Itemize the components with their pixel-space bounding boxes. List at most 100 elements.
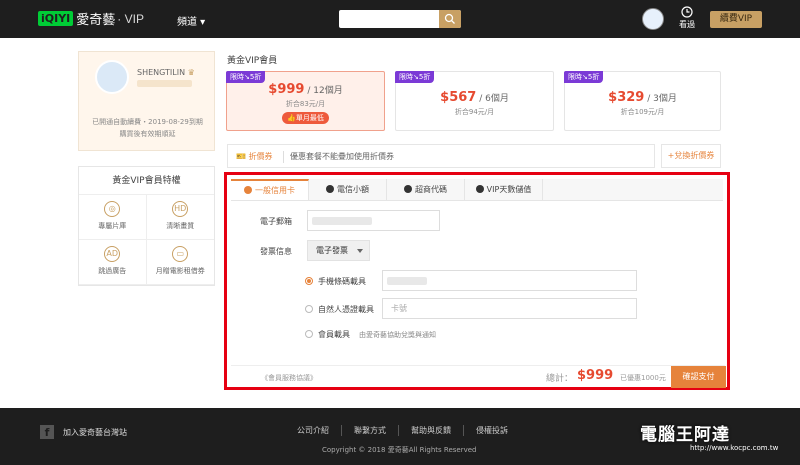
tab-label: 一般信用卡 — [255, 186, 295, 195]
phone-icon — [326, 185, 334, 193]
plans-title: 黃金VIP會員 — [227, 56, 278, 66]
renew-vip-button[interactable]: 續費VIP — [710, 11, 762, 28]
radio-member-carrier[interactable] — [305, 330, 313, 338]
tab-label: 電信小額 — [337, 185, 369, 194]
tab-telecom[interactable]: 電信小額 — [309, 179, 387, 200]
saved-amount: 已優惠1000元 — [620, 374, 666, 382]
plan-period: / 6個月 — [476, 94, 509, 104]
join-link[interactable]: 加入愛奇藝台灣站 — [63, 427, 127, 438]
coupon-label: 🎫 折價券 — [236, 152, 273, 161]
plan-6-months[interactable]: 限時↘5折 $567 / 6個月 折合94元/月 — [395, 71, 554, 131]
history-label: 看過 — [679, 20, 695, 29]
facebook-icon[interactable]: f — [40, 425, 54, 439]
clock-icon — [681, 6, 693, 18]
plan-per-month: 折合109元/月 — [620, 108, 665, 116]
search-button[interactable] — [439, 10, 461, 28]
email-field[interactable] — [307, 210, 440, 231]
footer-link-infringement[interactable]: 侵權投訴 — [464, 425, 520, 436]
ticket-icon: ▭ — [172, 246, 189, 262]
plan-price: $567 — [440, 90, 477, 105]
discount-badge: 限時↘5折 — [564, 71, 604, 83]
plan-price: $999 — [268, 82, 305, 97]
coupon-text: 優惠套餐不能疊加使用折價券 — [290, 152, 394, 161]
coupon-divider — [283, 151, 284, 163]
extend-note: 購買後有效期順延 — [119, 130, 176, 138]
footer-link-contact[interactable]: 聯繫方式 — [342, 425, 399, 436]
coupon-bar[interactable]: 🎫 折價券 優惠套餐不能疊加使用折價券 — [227, 144, 655, 168]
logo-text: 愛奇藝 — [76, 13, 116, 28]
privilege-label: 跳過廣告 — [98, 267, 127, 275]
mobile-carrier-blurred-value — [387, 277, 427, 285]
search-input[interactable] — [339, 10, 461, 28]
payment-footer: 《會員服務協議》 總計： $999 已優惠1000元 確認支付 — [231, 365, 726, 388]
auto-renew-note: 已開通自動續費・2019-08-29到期 — [92, 118, 203, 126]
privilege-item[interactable]: ▭ 月贈電影租借券 — [146, 240, 214, 285]
footer-link-help[interactable]: 幫助與反饋 — [399, 425, 464, 436]
watermark-url: http://www.kocpc.com.tw — [690, 444, 779, 452]
tab-credit-card[interactable]: 一般信用卡 — [231, 179, 309, 200]
natural-person-carrier-label: 自然人憑證載具 — [318, 305, 374, 314]
logo-mark: iQIYI — [38, 11, 74, 26]
plan-period: / 12個月 — [304, 86, 343, 96]
iqiyi-logo[interactable]: iQIYI 愛奇藝 · VIP — [38, 9, 144, 28]
copyright-text: Copyright © 2018 愛奇藝All Rights Reserved — [322, 446, 477, 454]
plan-12-months[interactable]: 限時↘5折 $999 / 12個月 折合83元/月 👍單月最低 — [226, 71, 385, 131]
footer-link-about[interactable]: 公司介紹 — [285, 425, 342, 436]
crown-icon: ♛ — [187, 68, 195, 77]
tab-convenience-store[interactable]: 超商代碼 — [387, 179, 465, 200]
radio-mobile-carrier[interactable] — [305, 277, 313, 285]
exchange-coupon-button[interactable]: +兌換折價券 — [661, 144, 721, 168]
plan-per-month: 折合83元/月 — [285, 100, 326, 108]
member-carrier-label: 會員載具 — [318, 330, 350, 339]
vip-days-icon — [475, 185, 484, 193]
logo-vip: · VIP — [117, 11, 144, 26]
member-carrier-hint: 由愛奇藝協助兌獎與通知 — [359, 331, 436, 339]
username-text: SHENGTILIN — [137, 68, 186, 77]
film-icon: ◎ — [104, 201, 121, 217]
lowest-price-tag: 👍單月最低 — [282, 112, 329, 124]
discount-badge: 限時↘5折 — [395, 71, 435, 83]
history-button[interactable]: 看過 — [676, 6, 698, 30]
privilege-label: 專屬片庫 — [98, 222, 127, 230]
profile-blurred-info — [137, 80, 192, 87]
privilege-label: 月贈電影租借券 — [155, 267, 205, 275]
tab-label: VIP天數儲值 — [486, 185, 532, 194]
profile-avatar — [95, 60, 129, 94]
profile-card: SHENGTILIN ♛ 已開通自動續費・2019-08-29到期 購買後有效期… — [78, 51, 215, 151]
privileges-panel: 黃金VIP會員特權 ◎ 專屬片庫 HD 清晰畫質 AD 跳過廣告 ▭ 月贈電影租… — [78, 166, 215, 286]
total-amount: $999 — [577, 368, 614, 383]
privilege-item[interactable]: ◎ 專屬片庫 — [79, 195, 147, 240]
radio-natural-person-carrier[interactable] — [305, 305, 313, 313]
site-footer: f 加入愛奇藝台灣站 公司介紹 聯繫方式 幫助與反饋 侵權投訴 Copyrigh… — [0, 408, 800, 465]
tab-vip-days[interactable]: VIP天數儲值 — [465, 179, 543, 200]
service-agreement-link[interactable]: 《會員服務協議》 — [261, 373, 317, 383]
plan-3-months[interactable]: 限時↘5折 $329 / 3個月 折合109元/月 — [564, 71, 721, 131]
privileges-title: 黃金VIP會員特權 — [79, 167, 214, 195]
email-blurred-value — [312, 217, 372, 225]
confirm-payment-button[interactable]: 確認支付 — [671, 366, 726, 388]
footer-links: 公司介紹 聯繫方式 幫助與反饋 侵權投訴 — [285, 425, 520, 436]
profile-username: SHENGTILIN ♛ — [137, 68, 195, 77]
payment-panel: 一般信用卡 電信小額 超商代碼 VIP天數儲值 電子郵箱 發票信息 電子發票 手… — [224, 172, 730, 390]
privilege-item[interactable]: AD 跳過廣告 — [79, 240, 147, 285]
total-label: 總計： — [546, 374, 574, 384]
privilege-item[interactable]: HD 清晰畫質 — [146, 195, 214, 240]
invoice-type-select[interactable]: 電子發票 — [307, 240, 370, 261]
card-number-field[interactable]: 卡號 — [382, 298, 637, 319]
tab-label: 超商代碼 — [415, 185, 447, 194]
hd-icon: HD — [172, 201, 189, 217]
channel-menu[interactable]: 頻道 ▾ — [177, 13, 205, 28]
email-label: 電子郵箱 — [260, 217, 292, 226]
credit-card-icon — [244, 186, 252, 194]
skip-ad-icon: AD — [104, 246, 121, 262]
plan-period: / 3個月 — [644, 94, 677, 104]
watermark-logo: 電腦王阿達 — [640, 425, 730, 445]
chevron-down-icon — [357, 249, 363, 253]
profile-note: 已開通自動續費・2019-08-29到期 購買後有效期順延 — [79, 116, 216, 140]
mobile-carrier-field[interactable] — [382, 270, 637, 291]
user-avatar[interactable] — [642, 8, 664, 30]
payment-tabs: 一般信用卡 電信小額 超商代碼 VIP天數儲值 — [231, 179, 723, 201]
plan-price: $329 — [608, 90, 645, 105]
invoice-type-value: 電子發票 — [316, 246, 348, 255]
search-icon — [444, 13, 455, 24]
